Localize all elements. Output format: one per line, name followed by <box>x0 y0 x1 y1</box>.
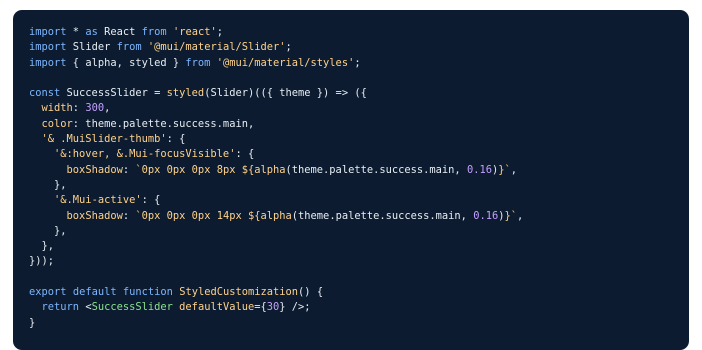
code-token: import <box>29 56 67 69</box>
code-token: : { <box>166 133 186 146</box>
code-line: ​ <box>29 270 689 285</box>
code-token: alpha <box>254 163 286 176</box>
code-token: }, <box>29 224 67 237</box>
code-token: , <box>104 102 111 115</box>
code-token: Slider <box>66 41 117 54</box>
code-token: from <box>116 41 142 54</box>
code-line: }, <box>29 224 689 239</box>
code-token: 0.16 <box>466 163 492 176</box>
code-token: , <box>510 163 518 176</box>
code-token: ={ <box>254 301 267 314</box>
code-token: : theme.palette.success.main, <box>72 117 255 130</box>
code-token: }, <box>29 240 55 253</box>
code-line: export default function StyledCustomizat… <box>29 285 689 300</box>
code-token: from <box>141 26 167 38</box>
code-token: ; <box>354 56 361 69</box>
code-line: '&.Mui-active': { <box>29 193 689 208</box>
code-token: '& .MuiSlider-thumb' <box>41 133 167 146</box>
code-token: } <box>29 316 36 329</box>
code-token: defaultValue <box>179 301 255 314</box>
code-token: `0px 0px 0px 14px ${ <box>135 209 261 222</box>
code-token: from <box>185 56 211 69</box>
code-token: 300 <box>85 102 105 115</box>
code-line: boxShadow: `0px 0px 0px 8px ${alpha(them… <box>29 163 689 178</box>
code-token: SuccessSlider = <box>60 87 167 100</box>
code-token: ; <box>216 26 223 38</box>
code-token: { alpha, styled } <box>66 56 186 69</box>
code-token: : { <box>141 194 161 207</box>
code-token: })); <box>29 255 55 268</box>
code-token: , <box>517 209 524 222</box>
code-line: '&:hover, &.Mui-focusVisible': { <box>29 147 689 162</box>
code-line: '& .MuiSlider-thumb': { <box>29 132 689 147</box>
code-line: import Slider from '@mui/material/Slider… <box>29 40 689 55</box>
code-token: 30 <box>266 301 280 314</box>
code-line: import * as React from 'react'; <box>29 25 689 40</box>
code-token: : <box>72 102 86 115</box>
code-token: boxShadow <box>66 163 123 176</box>
code-line: return <SuccessSlider defaultValue={30} … <box>29 300 689 315</box>
code-token: (theme.palette.success.main, <box>291 209 474 222</box>
code-token: (theme.palette.success.main, <box>285 163 467 176</box>
code-line: import { alpha, styled } from '@mui/mate… <box>29 56 689 71</box>
code-token: StyledCustomization <box>179 286 299 299</box>
code-line: })); <box>29 254 689 269</box>
code-token: : { <box>235 148 255 161</box>
code-token: : <box>122 163 136 176</box>
code-token: 0.16 <box>473 209 499 222</box>
code-line: } <box>29 316 689 331</box>
code-token: '&.Mui-active' <box>54 194 142 207</box>
code-token: } />; <box>279 301 311 314</box>
code-token: '&:hover, &.Mui-focusVisible' <box>54 148 236 161</box>
code-token: width <box>41 102 73 115</box>
code-line: ​ <box>29 71 689 86</box>
code-token: import <box>29 41 67 54</box>
code-token: export <box>29 286 67 299</box>
code-token: : <box>122 209 136 222</box>
code-line: const SuccessSlider = styled(Slider)(({ … <box>29 86 689 101</box>
code-token: () { <box>298 286 324 299</box>
code-line: width: 300, <box>29 101 689 116</box>
code-token: '@mui/material/styles' <box>216 56 355 69</box>
code-token: color <box>41 117 73 130</box>
code-token: '@mui/material/Slider' <box>147 41 286 54</box>
code-token: default <box>72 286 117 299</box>
code-token: }` <box>504 209 518 222</box>
code-token: `0px 0px 0px 8px ${ <box>135 163 255 176</box>
code-line: }, <box>29 239 689 254</box>
code-token: * <box>66 26 86 38</box>
code-token: alpha <box>260 209 292 222</box>
code-token: 'react' <box>172 26 217 38</box>
code-token: }` <box>498 163 511 176</box>
code-token: ; <box>285 41 292 54</box>
code-token: (Slider)(({ theme }) => ({ <box>204 87 367 100</box>
code-line: }, <box>29 178 689 193</box>
code-token: styled <box>166 87 205 100</box>
code-token: React <box>97 26 142 38</box>
code-line: color: theme.palette.success.main, <box>29 117 689 132</box>
code-token: }, <box>29 178 67 191</box>
code-token: as <box>85 26 98 38</box>
code-token: function <box>122 286 173 299</box>
code-token: SuccessSlider <box>91 301 173 314</box>
code-token: const <box>29 87 61 100</box>
code-token: return <box>41 301 80 314</box>
code-line: boxShadow: `0px 0px 0px 14px ${alpha(the… <box>29 209 689 224</box>
code-token: import <box>29 26 67 38</box>
code-content: import * as React from 'react'; import Sl… <box>13 10 689 331</box>
code-token: boxShadow <box>66 209 123 222</box>
code-token: < <box>79 301 92 314</box>
code-block[interactable]: import * as React from 'react'; import Sl… <box>13 10 689 350</box>
